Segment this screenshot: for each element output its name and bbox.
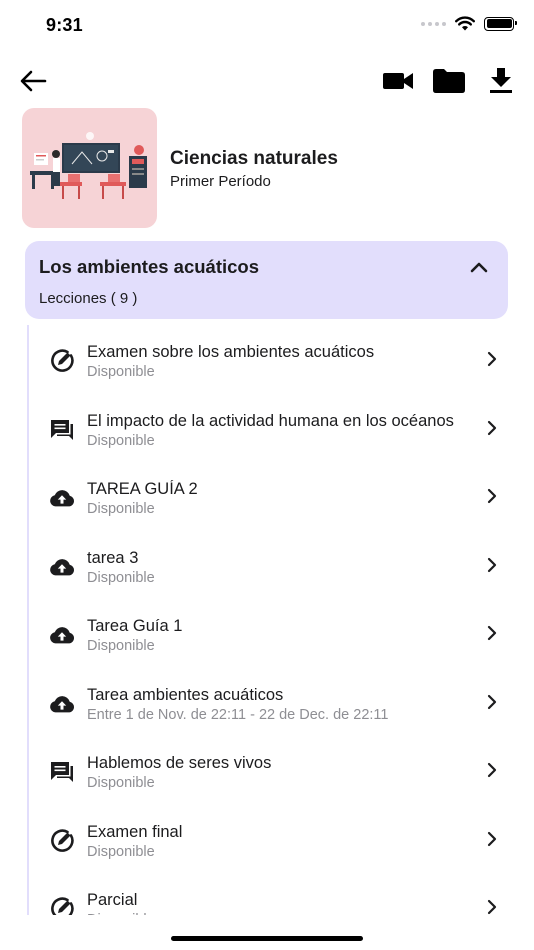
lesson-status: Disponible: [87, 569, 155, 586]
chevron-right-icon: [487, 420, 497, 435]
course-title: Ciencias naturales: [170, 148, 338, 169]
lesson-title: Tarea ambientes acuáticos: [87, 685, 284, 704]
course-illustration: [22, 108, 157, 228]
exam-icon: [48, 347, 76, 375]
lesson-status: Disponible: [87, 775, 155, 791]
forum-icon: [48, 416, 76, 444]
lesson-status: Disponible: [87, 638, 155, 654]
exam-icon: [48, 895, 76, 915]
lessons-count: Lecciones ( 9 ): [39, 290, 138, 307]
lesson-item[interactable]: Hablemos de seres vivos Disponible: [25, 736, 508, 804]
lesson-item[interactable]: El impacto de la actividad humana en los…: [25, 394, 508, 462]
wifi-icon: [455, 16, 475, 31]
lesson-title: Tarea Guía 1: [87, 617, 183, 635]
lesson-status: Disponible: [87, 843, 155, 860]
chevron-right-icon: [487, 694, 497, 709]
cloud-upload-icon: [48, 621, 76, 649]
folder-button[interactable]: [430, 64, 468, 98]
lesson-title: Parcial: [87, 891, 138, 909]
cloud-upload-icon: [48, 690, 76, 718]
chevron-right-icon: [487, 831, 497, 846]
exam-icon: [48, 827, 76, 855]
course-period: Primer Período: [170, 173, 271, 190]
video-button[interactable]: [380, 64, 416, 98]
top-toolbar: [0, 60, 534, 100]
course-header: Ciencias naturales Primer Período: [22, 108, 512, 230]
unit-title: Los ambientes acuáticos: [39, 256, 260, 277]
lesson-item[interactable]: tarea 3 Disponible: [25, 531, 508, 599]
cloud-upload-icon: [48, 484, 76, 512]
lesson-item[interactable]: Parcial Disponible: [25, 873, 508, 915]
lesson-title: tarea 3: [87, 548, 139, 567]
status-icons: [421, 16, 517, 31]
back-arrow-icon: [20, 70, 47, 92]
cloud-upload-icon: [48, 553, 76, 581]
lesson-title: TAREA GUÍA 2: [87, 480, 198, 498]
chevron-up-icon: [470, 262, 488, 273]
lesson-status: Disponible: [87, 912, 482, 915]
status-time: 9:31: [46, 15, 83, 35]
lesson-status: Entre 1 de Nov. de 22:11 - 22 de Dec. de…: [87, 706, 389, 723]
battery-icon: [484, 16, 517, 31]
back-button[interactable]: [16, 64, 50, 98]
chevron-right-icon: [487, 762, 497, 778]
lesson-title: Examen final: [87, 822, 183, 841]
forum-icon: [48, 758, 76, 786]
home-indicator[interactable]: [171, 936, 363, 941]
status-bar: 9:31: [0, 0, 534, 50]
lesson-item[interactable]: Examen final Disponible: [25, 805, 508, 873]
chevron-right-icon: [487, 488, 497, 504]
lesson-item[interactable]: TAREA GUÍA 2 Disponible: [25, 462, 508, 530]
lesson-title: El impacto de la actividad humana en los…: [87, 411, 454, 430]
download-button[interactable]: [484, 62, 518, 98]
video-camera-icon: [383, 73, 413, 89]
unit-accordion-header[interactable]: Los ambientes acuáticos Lecciones ( 9 ): [25, 241, 508, 319]
download-icon: [490, 68, 512, 93]
lessons-list: Examen sobre los ambientes acuáticos Disp…: [25, 325, 508, 915]
chevron-right-icon: [487, 557, 497, 572]
lesson-item[interactable]: Examen sobre los ambientes acuáticos Disp…: [25, 325, 508, 393]
lesson-status: Disponible: [87, 501, 155, 517]
lesson-item[interactable]: Tarea Guía 1 Disponible: [25, 599, 508, 667]
lesson-item[interactable]: Tarea ambientes acuáticos Entre 1 de Nov.…: [25, 668, 508, 736]
lesson-status: Disponible: [87, 432, 155, 449]
chevron-right-icon: [487, 899, 497, 915]
folder-icon: [433, 69, 465, 93]
lesson-title: Examen sobre los ambientes acuáticos: [87, 343, 375, 361]
chevron-right-icon: [487, 625, 497, 641]
lesson-title: Hablemos de seres vivos: [87, 754, 272, 772]
lesson-status: Disponible: [87, 364, 155, 380]
chevron-right-icon: [487, 351, 497, 367]
cellular-signal-icon: [421, 21, 446, 26]
